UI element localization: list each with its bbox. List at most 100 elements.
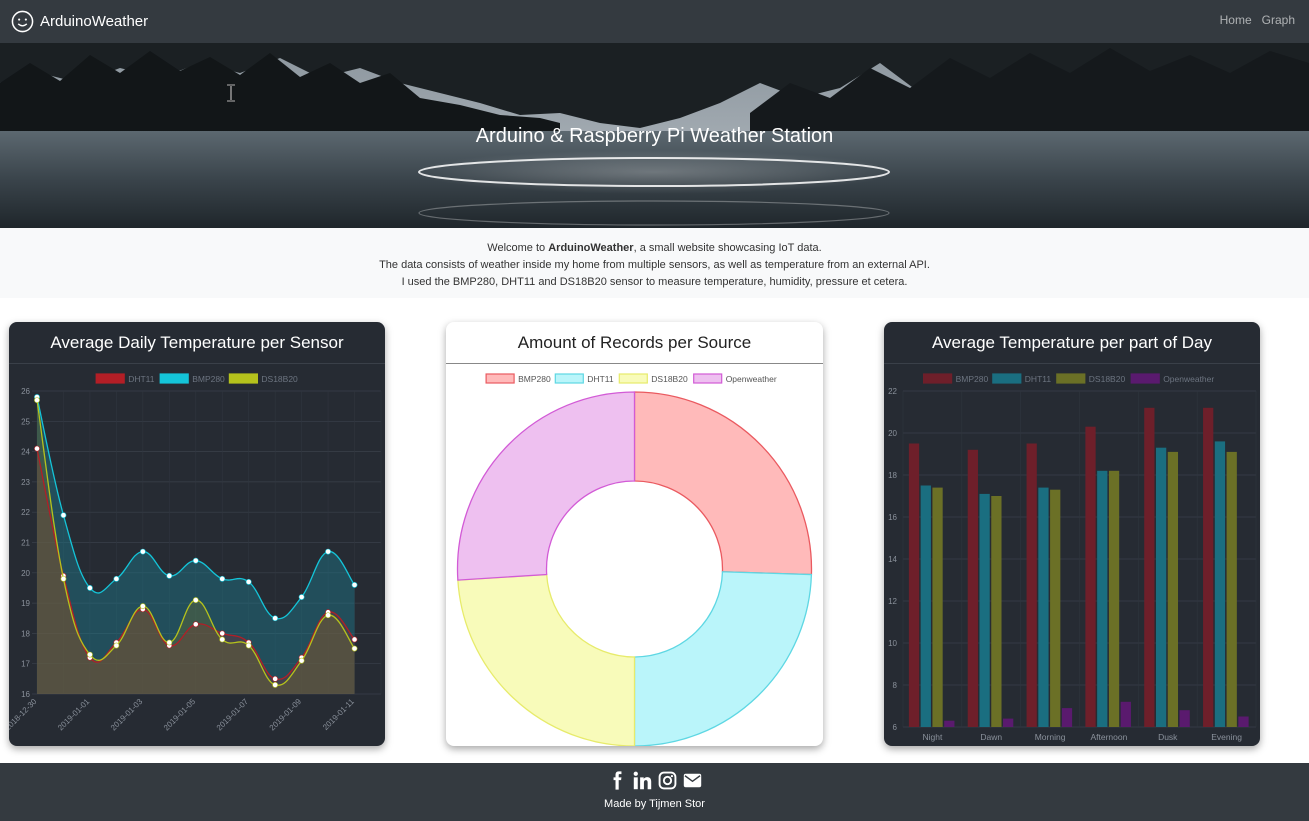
legend-label-openweather: Openweather	[726, 374, 777, 384]
bar-openweather	[1003, 718, 1014, 727]
point-bmp280	[60, 512, 67, 519]
intro-line-1-post: , a small website showcasing IoT data.	[633, 242, 822, 254]
slice-dht11	[633, 571, 813, 746]
bar-ds18b20	[932, 487, 943, 727]
bar-bmp280	[1085, 426, 1096, 727]
intro-line-2: The data consists of weather inside my h…	[379, 259, 930, 271]
y-tick-label: 18	[21, 629, 30, 638]
nav-home-link[interactable]: Home	[1220, 13, 1252, 27]
slice-openweather	[456, 391, 636, 581]
y-tick-label: 14	[888, 555, 897, 564]
legend-label-dht11: DHT11	[1025, 374, 1052, 384]
bar-openweather	[1238, 716, 1249, 727]
y-tick-label: 16	[21, 690, 30, 699]
x-tick-label: 2018-12-30	[9, 697, 39, 733]
bar-ds18b20	[1050, 489, 1061, 727]
y-tick-label: 24	[21, 448, 30, 457]
point-ds18b20	[298, 657, 305, 664]
y-tick-label: 19	[21, 599, 30, 608]
point-bmp280	[272, 615, 279, 622]
daily-temperature-card: Average Daily Temperature per Sensor DHT…	[9, 322, 385, 746]
social-links	[0, 771, 1309, 790]
point-ds18b20	[192, 597, 199, 603]
point-ds18b20	[272, 682, 279, 688]
bar-dht11	[1097, 470, 1108, 727]
bar-ds18b20	[1167, 451, 1179, 727]
slice-ds18b20	[457, 573, 636, 746]
x-tick-label: Night	[922, 732, 942, 742]
x-tick-label: 2019-01-03	[109, 697, 145, 733]
legend-swatch-bmp280	[485, 373, 515, 384]
bar-openweather	[1179, 710, 1190, 727]
x-tick-label: Evening	[1211, 732, 1242, 742]
legend-swatch-ds18b20	[228, 373, 258, 384]
x-tick-label: Dawn	[980, 732, 1002, 742]
y-tick-label: 25	[21, 417, 30, 426]
intro-line-1: Welcome to ArduinoWeather, a small websi…	[0, 240, 1309, 257]
bar-dht11	[1214, 441, 1226, 727]
point-bmp280	[298, 594, 305, 600]
intro-brand: ArduinoWeather	[548, 242, 634, 254]
author-name: Tijmen Stor	[649, 798, 705, 810]
made-by-text: Made by Tijmen Stor	[0, 798, 1309, 810]
y-tick-label: 20	[21, 569, 30, 578]
x-tick-label: 2019-01-09	[268, 697, 304, 733]
y-tick-label: 17	[21, 660, 30, 669]
point-bmp280	[139, 548, 146, 555]
records-card: Amount of Records per Source BMP280 DHT11…	[446, 322, 823, 746]
partofday-chart[interactable]: BMP280 DHT11 DS18B20 Openweather 6 8 10 12 14 16 1…	[884, 364, 1260, 746]
daily-temperature-chart[interactable]: DHT11 BMP280 DS18B20 16 17 18 19 20 21 22 23 24 25 26…	[9, 364, 385, 746]
smiley-icon	[11, 10, 34, 32]
legend-label-openweather: Openweather	[1163, 374, 1214, 384]
bar-ds18b20	[1226, 451, 1237, 727]
legend-swatch-dht11	[992, 373, 1022, 384]
legend-label-bmp280: BMP280	[956, 374, 989, 384]
records-title: Amount of Records per Source	[446, 322, 823, 364]
legend-label-bmp280: BMP280	[192, 374, 225, 384]
bar-openweather	[1061, 708, 1073, 727]
instagram-icon[interactable]	[658, 771, 677, 790]
bar-ds18b20	[991, 496, 1002, 727]
bar-bmp280	[908, 443, 920, 727]
nav-graph-link[interactable]: Graph	[1262, 13, 1295, 27]
x-tick-label: 2019-01-01	[56, 697, 92, 733]
bar-bmp280	[1203, 407, 1214, 727]
records-chart[interactable]: BMP280 DHT11 DS18B20 Openweather	[446, 364, 823, 746]
y-tick-label: 22	[888, 387, 897, 396]
brand-link[interactable]: ArduinoWeather	[11, 9, 148, 33]
point-ds18b20	[166, 639, 173, 646]
linkedin-icon[interactable]	[633, 771, 652, 790]
point-ds18b20	[139, 603, 146, 610]
legend-swatch-ds18b20	[1056, 373, 1086, 384]
point-ds18b20	[87, 651, 93, 658]
point-ds18b20	[245, 642, 252, 649]
bar-dht11	[979, 493, 990, 727]
point-bmp280	[325, 548, 331, 555]
x-tick-label: 2019-01-05	[162, 697, 198, 733]
point-bmp280	[219, 575, 226, 582]
y-tick-label: 18	[888, 471, 897, 480]
facebook-icon[interactable]	[608, 771, 627, 790]
hero-title: Arduino & Raspberry Pi Weather Station	[475, 125, 834, 147]
point-dht11	[34, 445, 40, 452]
y-tick-label: 26	[21, 387, 30, 396]
intro-line-1-pre: Welcome to	[487, 242, 549, 254]
envelope-icon[interactable]	[683, 771, 702, 790]
daily-temperature-title: Average Daily Temperature per Sensor	[9, 322, 385, 364]
y-tick-label: 22	[21, 508, 30, 517]
navbar: ArduinoWeather Home Graph	[0, 0, 1309, 43]
legend-label-ds18b20: DS18B20	[261, 374, 298, 384]
legend-swatch-ds18b20	[618, 373, 648, 384]
y-tick-label: 6	[893, 723, 898, 732]
y-tick-label: 16	[888, 513, 897, 522]
bar-bmp280	[967, 449, 978, 727]
point-dht11	[192, 621, 199, 628]
bar-bmp280	[1026, 443, 1037, 727]
bar-bmp280	[1144, 407, 1155, 727]
y-tick-label: 20	[888, 429, 897, 438]
point-bmp280	[166, 572, 173, 579]
legend-swatch-openweather	[693, 373, 723, 384]
point-bmp280	[87, 585, 93, 591]
y-tick-label: 10	[888, 639, 897, 648]
x-tick-label: Morning	[1035, 732, 1066, 742]
